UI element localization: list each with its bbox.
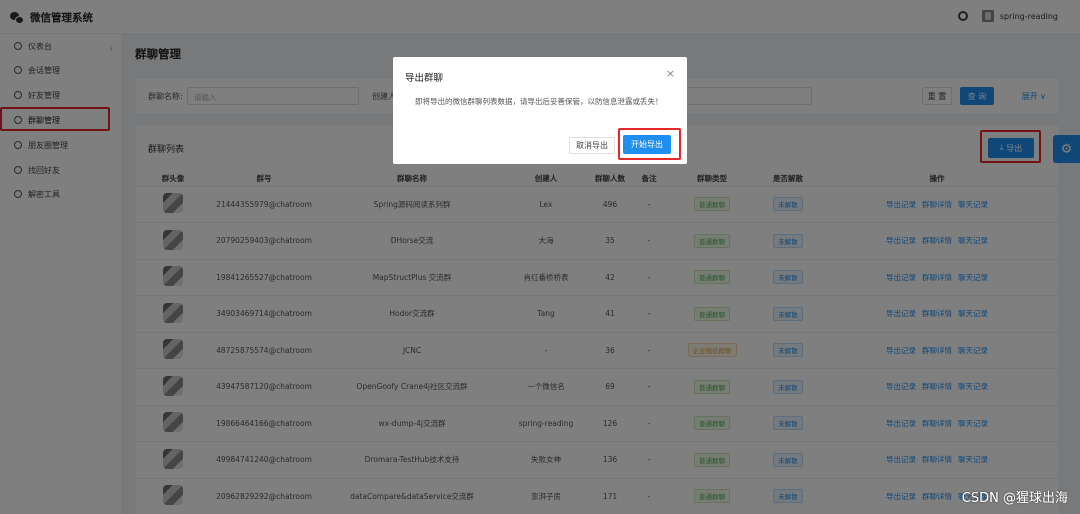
cancel-export-button[interactable]: 取消导出 xyxy=(569,137,615,154)
dialog-message: 即将导出的微信群聊列表数据，请导出后妥善保管，以防信息泄露或丢失！ xyxy=(415,97,663,106)
dialog-title: 导出群聊 xyxy=(405,73,444,84)
watermark: CSDN @猩球出海 xyxy=(961,491,1068,506)
export-dialog: 导出群聊 × 即将导出的微信群聊列表数据，请导出后妥善保管，以防信息泄露或丢失！… xyxy=(393,57,687,164)
highlight-start-export xyxy=(618,128,681,160)
close-icon[interactable]: × xyxy=(666,67,675,80)
